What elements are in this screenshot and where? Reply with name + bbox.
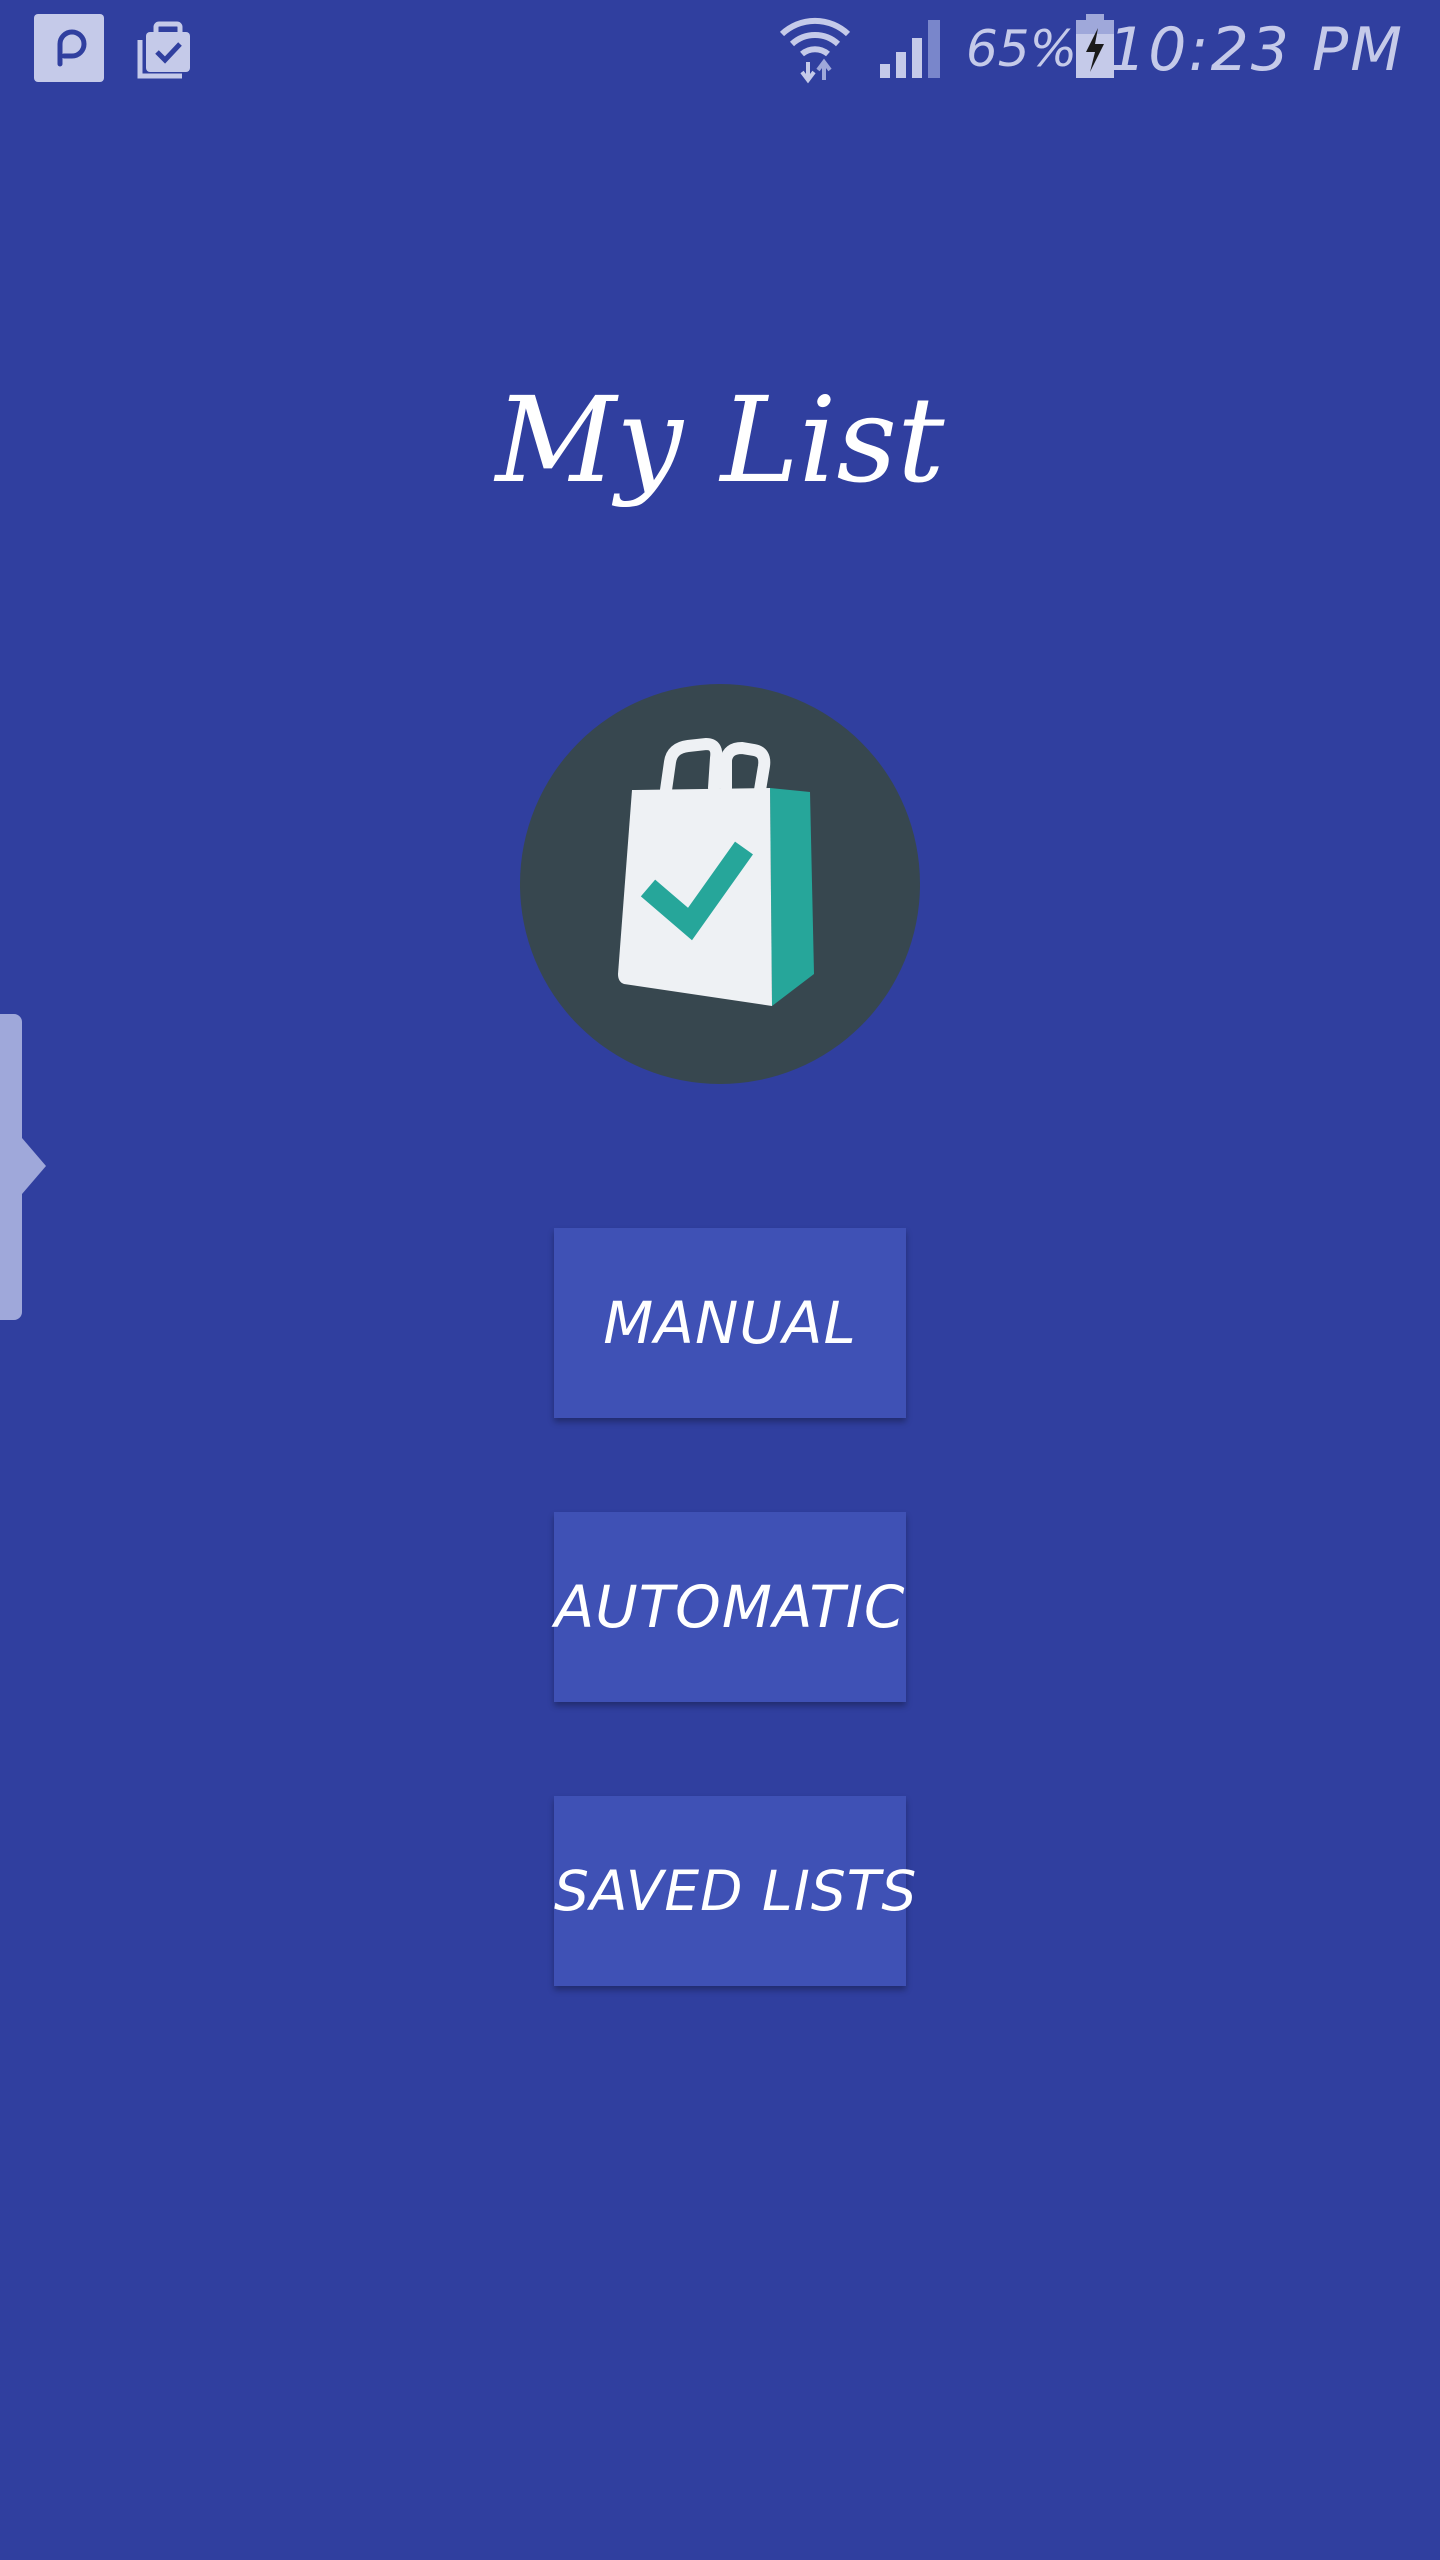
status-bar: 65% 10:23 PM (0, 0, 1440, 100)
task-notification-icon (130, 14, 200, 82)
status-clock: 10:23 PM (1108, 15, 1404, 85)
app-title: My List (495, 371, 945, 509)
side-drawer-handle[interactable] (0, 1014, 22, 1320)
manual-button[interactable]: MANUAL (554, 1228, 906, 1418)
wifi-icon (778, 12, 852, 84)
app-logo (520, 684, 920, 1084)
saved-lists-button[interactable]: SAVED LISTS (554, 1796, 916, 1986)
search-notification-icon (34, 14, 104, 82)
automatic-button[interactable]: AUTOMATIC (554, 1512, 906, 1702)
battery-percent: 65% (966, 20, 1078, 78)
cell-signal-icon (876, 16, 946, 80)
side-drawer-arrow-icon[interactable] (22, 1138, 46, 1194)
shopping-bag-check-icon (618, 737, 814, 1006)
